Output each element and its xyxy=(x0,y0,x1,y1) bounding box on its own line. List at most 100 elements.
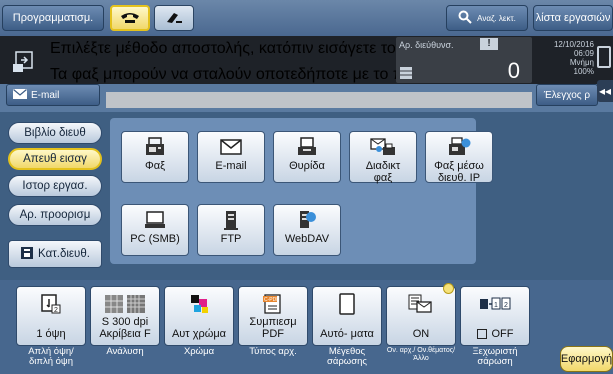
tile-ftp[interactable]: FTP xyxy=(197,204,265,256)
svg-text:2: 2 xyxy=(54,307,58,314)
setting-scan-size[interactable]: Αυτό- ματα xyxy=(312,286,382,346)
keyword-search-button[interactable]: Αναζ. λεκτ. xyxy=(446,5,528,31)
check-settings-label: Έλεγχος ρ xyxy=(543,89,591,101)
sidebar-item-destination-number[interactable]: Αρ. προορισμ xyxy=(8,204,102,226)
ip-fax-icon xyxy=(446,137,472,157)
keypad-icon xyxy=(400,66,412,79)
tile-label: WebDAV xyxy=(284,233,330,245)
destination-count: 0 xyxy=(507,58,520,83)
tile-label: E-mail xyxy=(215,160,247,172)
program-label: Προγραμματισμ. xyxy=(12,12,94,24)
envelope-icon xyxy=(13,88,27,102)
sidebar-item-label: Αρ. προορισμ xyxy=(19,209,91,221)
tile-label: Φαξ xyxy=(144,160,166,172)
double-chevron-left-icon: ◂◂ xyxy=(598,84,612,98)
file-name-icon xyxy=(407,292,435,316)
page-size-icon xyxy=(336,292,358,316)
job-list-button[interactable]: λίστα εργασιών xyxy=(533,5,613,31)
memory-gauge-icon xyxy=(597,46,611,68)
tile-email[interactable]: E-mail xyxy=(197,131,265,183)
check-settings-button[interactable]: Έλεγχος ρ xyxy=(536,84,598,106)
internet-fax-icon xyxy=(369,137,397,157)
sidebar-item-job-history[interactable]: Ιστορ εργασ. xyxy=(8,175,102,197)
tile-user-box[interactable]: Θυρίδα xyxy=(273,131,341,183)
webdav-server-icon xyxy=(296,210,318,230)
resolution-icon xyxy=(103,292,147,316)
address-input-field[interactable] xyxy=(106,92,532,108)
setting-value: Αυτ χρώμα xyxy=(171,328,227,340)
apply-label: Εφαρμογή xyxy=(560,353,613,365)
svg-text:C-PDF: C-PDF xyxy=(264,297,279,303)
tile-webdav[interactable]: WebDAV xyxy=(273,204,341,256)
setting-caption: Ον. αρχ./ Ον.θέματος/ Άλλο xyxy=(386,347,456,362)
setting-caption: Χρώμα xyxy=(183,346,215,357)
indicator-dot-icon xyxy=(443,283,454,294)
separate-scan-icon: 12 xyxy=(478,292,512,316)
setting-value: Αυτό- ματα xyxy=(320,328,374,340)
setting-simplex-duplex[interactable]: 2 1 όψη xyxy=(16,286,86,346)
simplex-icon: 2 xyxy=(40,292,62,316)
date-text: 12/10/2016 xyxy=(553,40,594,49)
setting-value: S 300 dpi Ακρίβεια F xyxy=(99,316,151,340)
job-list-label: λίστα εργασιών xyxy=(535,12,611,24)
ftp-server-icon xyxy=(223,210,239,230)
setting-resolution[interactable]: S 300 dpi Ακρίβεια F xyxy=(90,286,160,346)
setting-caption: Απλή όψη/ διπλή όψη xyxy=(28,346,74,367)
tile-label: Θυρίδα xyxy=(289,160,325,172)
tile-fax[interactable]: Φαξ xyxy=(121,131,189,183)
setting-value: 1 όψη xyxy=(36,328,66,340)
sidebar-item-label: Βιβλίο διευθ xyxy=(24,127,86,139)
status-panel: 12/10/2016 06:09 Μνήμη 100% xyxy=(536,40,594,76)
handset-mode-button[interactable] xyxy=(154,5,194,31)
destination-count-label: Αρ. διεύθυνσ. xyxy=(399,40,454,50)
fax-icon xyxy=(144,137,166,157)
search-icon xyxy=(458,10,472,27)
program-button[interactable]: Προγραμματισμ. xyxy=(2,5,104,31)
svg-text:2: 2 xyxy=(504,302,508,309)
setting-file-name[interactable]: ON xyxy=(386,286,456,346)
tile-internet-fax[interactable]: Διαδικτ φαξ xyxy=(349,131,417,184)
setting-value: ON xyxy=(412,328,430,340)
setting-file-type[interactable]: C-PDF Συμπιεσμ PDF xyxy=(238,286,308,346)
color-squares-icon xyxy=(188,292,210,316)
setting-value: Συμπιεσμ PDF xyxy=(249,316,297,340)
phone-icon xyxy=(119,10,141,27)
setting-value-row: OFF xyxy=(476,328,514,340)
tile-pc-smb[interactable]: PC (SMB) xyxy=(121,204,189,256)
phone-mode-button[interactable] xyxy=(110,5,150,31)
panel-toggle-button[interactable]: ◂◂ xyxy=(597,80,613,102)
tile-ip-address-fax[interactable]: Φαξ μέσω διευθ. IP xyxy=(425,131,493,184)
email-address-tab[interactable]: E-mail xyxy=(6,84,100,106)
send-screen-icon xyxy=(12,48,38,74)
setting-separate-scan[interactable]: 12 OFF xyxy=(460,286,530,346)
setting-caption: Τύπος αρχ. xyxy=(249,346,297,357)
setting-caption: Ξεχωριστή σάρωση xyxy=(472,346,518,367)
register-icon xyxy=(20,246,34,263)
sidebar-item-address-register[interactable]: Κατ.διευθ. xyxy=(8,240,102,268)
sidebar-item-address-book[interactable]: Βιβλίο διευθ xyxy=(8,122,102,144)
sidebar-item-label: Ιστορ εργασ. xyxy=(22,180,88,192)
apply-button[interactable]: Εφαρμογή xyxy=(560,346,613,372)
handset-icon xyxy=(164,10,184,27)
svg-text:1: 1 xyxy=(494,302,498,309)
memory-value: 100% xyxy=(573,67,594,76)
tile-label: FTP xyxy=(220,233,242,245)
setting-value: OFF xyxy=(491,328,514,340)
sidebar-item-label: Απευθ εισαγ xyxy=(23,153,87,165)
tile-label: PC (SMB) xyxy=(130,233,180,245)
setting-caption: Ανάλυση xyxy=(106,346,144,357)
tile-label: Διαδικτ φαξ xyxy=(365,160,401,184)
pc-icon xyxy=(144,210,166,230)
checkbox-icon xyxy=(476,329,487,339)
sidebar-item-label: Κατ.διευθ. xyxy=(38,248,90,260)
tile-label: Φαξ μέσω διευθ. IP xyxy=(434,160,484,184)
pdf-file-icon: C-PDF xyxy=(262,292,284,316)
search-label: Αναζ. λεκτ. xyxy=(477,13,516,23)
sidebar-item-direct-input[interactable]: Απευθ εισαγ xyxy=(8,148,102,170)
alert-icon: ! xyxy=(480,38,498,50)
memory-label: Μνήμη xyxy=(569,58,594,67)
setting-color[interactable]: Αυτ χρώμα xyxy=(164,286,234,346)
setting-caption: Μέγεθος σάρωσης xyxy=(327,346,367,367)
time-text: 06:09 xyxy=(573,49,594,58)
box-icon xyxy=(296,137,318,157)
